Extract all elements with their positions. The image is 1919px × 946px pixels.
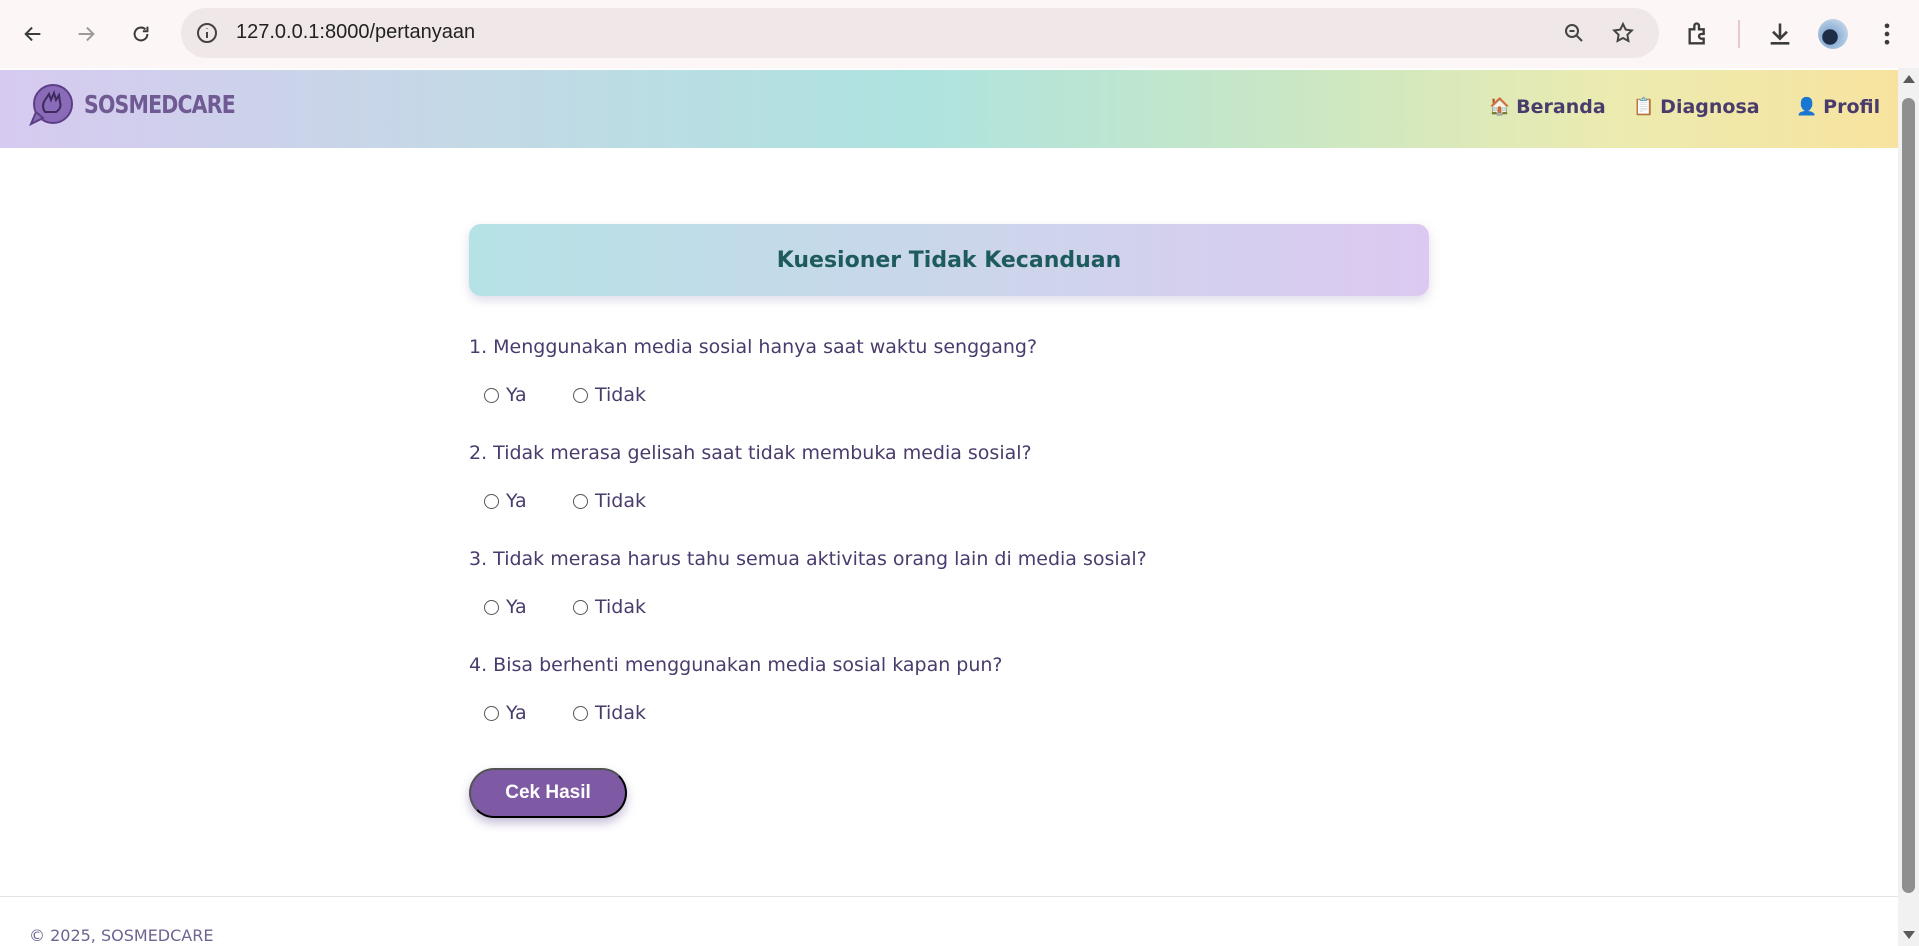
back-icon[interactable] (15, 16, 51, 52)
option-ya-q3[interactable]: Ya (484, 596, 527, 618)
radio-button[interactable] (573, 599, 588, 615)
reload-icon[interactable] (123, 16, 159, 52)
clipboard-icon: 📋 (1633, 97, 1655, 117)
option-label: Ya (506, 596, 527, 618)
question-text: 1. Menggunakan media sosial hanya saat w… (469, 336, 1038, 358)
bookmark-star-icon[interactable] (1611, 21, 1635, 45)
site-header: SOSMEDCARE 🏠 Beranda 📋 Diagnosa 👤 Profil (0, 70, 1898, 148)
profile-avatar[interactable] (1818, 19, 1848, 49)
radio-button[interactable] (573, 705, 588, 721)
scrollbar-thumb[interactable] (1902, 98, 1915, 893)
forward-icon[interactable] (68, 16, 104, 52)
option-tidak-q1[interactable]: Tidak (573, 384, 646, 406)
option-tidak-q3[interactable]: Tidak (573, 596, 646, 618)
footer-copyright: © 2025, SOSMEDCARE (29, 926, 214, 945)
nav-label: Profil (1823, 96, 1881, 118)
nav-label: Diagnosa (1660, 96, 1760, 118)
cek-hasil-button[interactable]: Cek Hasil (469, 768, 627, 818)
radio-button[interactable] (484, 493, 499, 509)
option-tidak-q2[interactable]: Tidak (573, 490, 646, 512)
option-ya-q4[interactable]: Ya (484, 702, 527, 724)
question-text: 3. Tidak merasa harus tahu semua aktivit… (469, 548, 1147, 570)
radio-button[interactable] (484, 387, 499, 403)
option-label: Tidak (595, 596, 647, 618)
address-bar[interactable]: 127.0.0.1:8000/pertanyaan (181, 8, 1659, 58)
more-menu-icon[interactable] (1873, 20, 1901, 48)
download-icon[interactable] (1766, 20, 1794, 48)
nav-label: Beranda (1516, 96, 1606, 118)
toolbar-divider (1738, 20, 1740, 48)
option-ya-q2[interactable]: Ya (484, 490, 527, 512)
user-icon: 👤 (1796, 97, 1818, 117)
option-label: Tidak (595, 384, 647, 406)
radio-button[interactable] (573, 387, 588, 403)
radio-button[interactable] (573, 493, 588, 509)
option-tidak-q4[interactable]: Tidak (573, 702, 646, 724)
questionnaire-title: Kuesioner Tidak Kecanduan (776, 247, 1122, 273)
page-scrollbar[interactable] (1898, 68, 1919, 946)
option-label: Ya (506, 702, 527, 724)
option-label: Tidak (595, 490, 647, 512)
browser-toolbar: 127.0.0.1:8000/pertanyaan (0, 0, 1919, 68)
nav-beranda[interactable]: 🏠 Beranda (1489, 96, 1606, 118)
site-info-icon[interactable] (195, 21, 219, 45)
question-text: 2. Tidak merasa gelisah saat tidak membu… (469, 442, 1032, 464)
option-label: Ya (506, 490, 527, 512)
extensions-icon[interactable] (1685, 20, 1713, 48)
brand-logo-icon[interactable] (27, 82, 75, 128)
option-label: Ya (506, 384, 527, 406)
brand-name[interactable]: SOSMEDCARE (84, 90, 236, 119)
url-text[interactable]: 127.0.0.1:8000/pertanyaan (236, 21, 475, 44)
scroll-up-arrow-icon[interactable] (1903, 75, 1915, 83)
nav-profil[interactable]: 👤 Profil (1796, 96, 1880, 118)
page-viewport: SOSMEDCARE 🏠 Beranda 📋 Diagnosa 👤 Profil… (0, 68, 1898, 946)
radio-button[interactable] (484, 599, 499, 615)
scroll-down-arrow-icon[interactable] (1903, 931, 1915, 939)
questionnaire-title-card: Kuesioner Tidak Kecanduan (469, 224, 1429, 296)
footer-divider (0, 896, 1898, 897)
option-label: Tidak (595, 702, 647, 724)
nav-diagnosa[interactable]: 📋 Diagnosa (1633, 96, 1760, 118)
home-icon: 🏠 (1489, 97, 1511, 117)
question-text: 4. Bisa berhenti menggunakan media sosia… (469, 654, 1003, 676)
zoom-icon[interactable] (1562, 21, 1586, 45)
option-ya-q1[interactable]: Ya (484, 384, 527, 406)
radio-button[interactable] (484, 705, 499, 721)
